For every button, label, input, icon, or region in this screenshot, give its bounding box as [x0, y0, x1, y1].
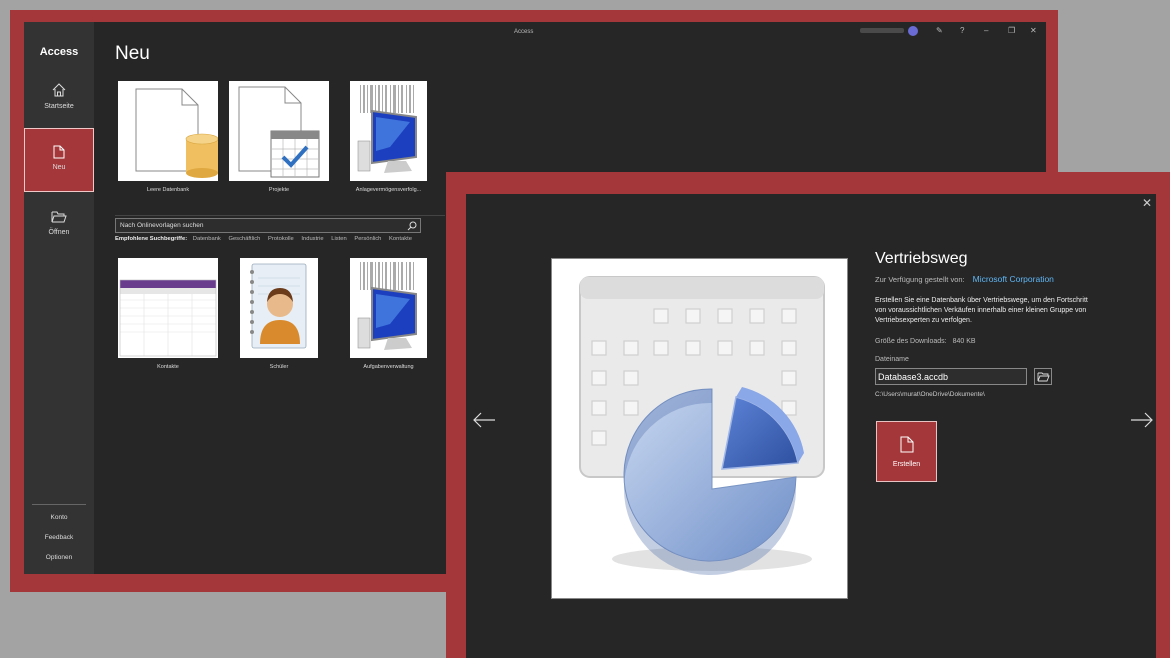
suggestion-link[interactable]: Persönlich: [354, 236, 381, 242]
provider-link[interactable]: Microsoft Corporation: [973, 274, 1054, 284]
contacts-table-icon: [119, 279, 217, 357]
computer-monitor-icon: [357, 262, 417, 350]
template-projects[interactable]: Projekte: [229, 81, 329, 193]
template-label: Kontakte: [157, 364, 179, 370]
divider: [115, 215, 445, 216]
create-button-label: Erstellen: [892, 461, 921, 468]
template-label: Aufgabenverwaltung: [363, 364, 414, 370]
suggestion-link[interactable]: Kontakte: [389, 236, 412, 242]
computer-monitor-icon: [357, 85, 417, 173]
template-label: Schüler: [269, 364, 289, 370]
restore-button[interactable]: ❐: [1008, 26, 1015, 35]
download-size: Größe des Downloads: 840 KB: [875, 338, 976, 345]
provider-line: Zur Verfügung gestellt von: Microsoft Cor…: [875, 274, 1054, 284]
template-contacts[interactable]: Kontakte: [118, 258, 218, 370]
template-thumbnail: [350, 258, 427, 358]
search-placeholder: Nach Onlinevorlagen suchen: [120, 222, 204, 229]
template-title: Vertriebsweg: [875, 250, 968, 267]
download-size-value: 840 KB: [952, 338, 976, 345]
template-label: Projekte: [268, 187, 290, 193]
sidebar-divider: [32, 504, 86, 505]
calendar-check-icon: [238, 86, 320, 178]
avatar[interactable]: [908, 26, 918, 36]
suggestion-link[interactable]: Industrie: [301, 236, 323, 242]
sidebar-item-open[interactable]: Öffnen: [24, 206, 94, 270]
sidebar: Access Startseite Neu Öffnen Konto Feedb…: [24, 22, 94, 574]
search-input[interactable]: Nach Onlinevorlagen suchen: [115, 218, 421, 233]
file-path: C:\Users\murat\OneDrive\Dokumente\: [875, 391, 985, 398]
template-blank-database[interactable]: Leere Datenbank: [118, 81, 218, 193]
blank-database-icon: [135, 88, 218, 178]
home-icon: [52, 83, 66, 97]
suggestion-link[interactable]: Datenbank: [193, 236, 221, 242]
template-thumbnail: [229, 81, 329, 181]
pen-icon[interactable]: ✎: [936, 26, 943, 35]
close-button[interactable]: ✕: [1030, 26, 1037, 35]
suggestion-link[interactable]: Geschäftlich: [228, 236, 260, 242]
template-thumbnail: [240, 258, 318, 358]
template-asset-tracking[interactable]: Anlagevermögensverfolg...: [350, 81, 427, 193]
template-thumbnail: [118, 258, 218, 358]
window-title: Access: [514, 29, 534, 35]
template-thumbnail: [118, 81, 218, 181]
folder-open-icon: [1037, 372, 1050, 382]
new-file-icon: [900, 436, 913, 453]
template-task-management[interactable]: Aufgabenverwaltung: [350, 258, 427, 370]
download-size-label: Größe des Downloads:: [875, 338, 947, 345]
user-name[interactable]: [860, 28, 904, 33]
new-file-icon: [53, 145, 65, 159]
filename-label: Dateiname: [875, 356, 909, 363]
template-label: Anlagevermögensverfolg...: [355, 187, 422, 193]
minimize-button[interactable]: –: [984, 26, 988, 35]
help-button[interactable]: ?: [960, 26, 964, 35]
sidebar-item-new[interactable]: Neu: [24, 128, 94, 192]
template-description: Erstellen Sie eine Datenbank über Vertri…: [875, 297, 1088, 324]
suggestion-link[interactable]: Protokolle: [268, 236, 294, 242]
suggested-searches-label: Empfohlene Suchbegriffe:: [115, 236, 188, 242]
arrow-right-icon[interactable]: [1130, 412, 1154, 428]
template-label: Leere Datenbank: [146, 187, 190, 193]
browse-button[interactable]: [1034, 368, 1052, 385]
template-dialog: ✕ Vertriebsweg Zur Verfügung gestellt vo…: [466, 194, 1156, 658]
suggested-searches: Empfohlene Suchbegriffe: Datenbank Gesch…: [115, 236, 418, 242]
page-title: Neu: [115, 43, 150, 64]
sidebar-item-label: Öffnen: [48, 229, 70, 236]
search-icon[interactable]: [407, 221, 417, 231]
sidebar-link-options[interactable]: Optionen: [24, 554, 94, 561]
sidebar-link-account[interactable]: Konto: [24, 514, 94, 521]
provider-label: Zur Verfügung gestellt von:: [875, 275, 965, 284]
arrow-left-icon[interactable]: [472, 412, 496, 428]
filename-input[interactable]: [875, 368, 1027, 385]
create-button[interactable]: Erstellen: [876, 421, 937, 482]
sales-pipeline-icon: [579, 276, 825, 576]
template-preview: [551, 258, 848, 599]
app-name: Access: [39, 46, 79, 58]
suggestion-link[interactable]: Listen: [331, 236, 346, 242]
sidebar-link-feedback[interactable]: Feedback: [24, 534, 94, 541]
student-avatar-icon: [250, 263, 307, 349]
folder-open-icon: [51, 211, 67, 223]
template-thumbnail: [350, 81, 427, 181]
sidebar-item-label: Startseite: [44, 103, 74, 110]
close-button[interactable]: ✕: [1142, 196, 1152, 210]
template-students[interactable]: Schüler: [240, 258, 318, 370]
sidebar-item-label: Neu: [52, 164, 66, 171]
